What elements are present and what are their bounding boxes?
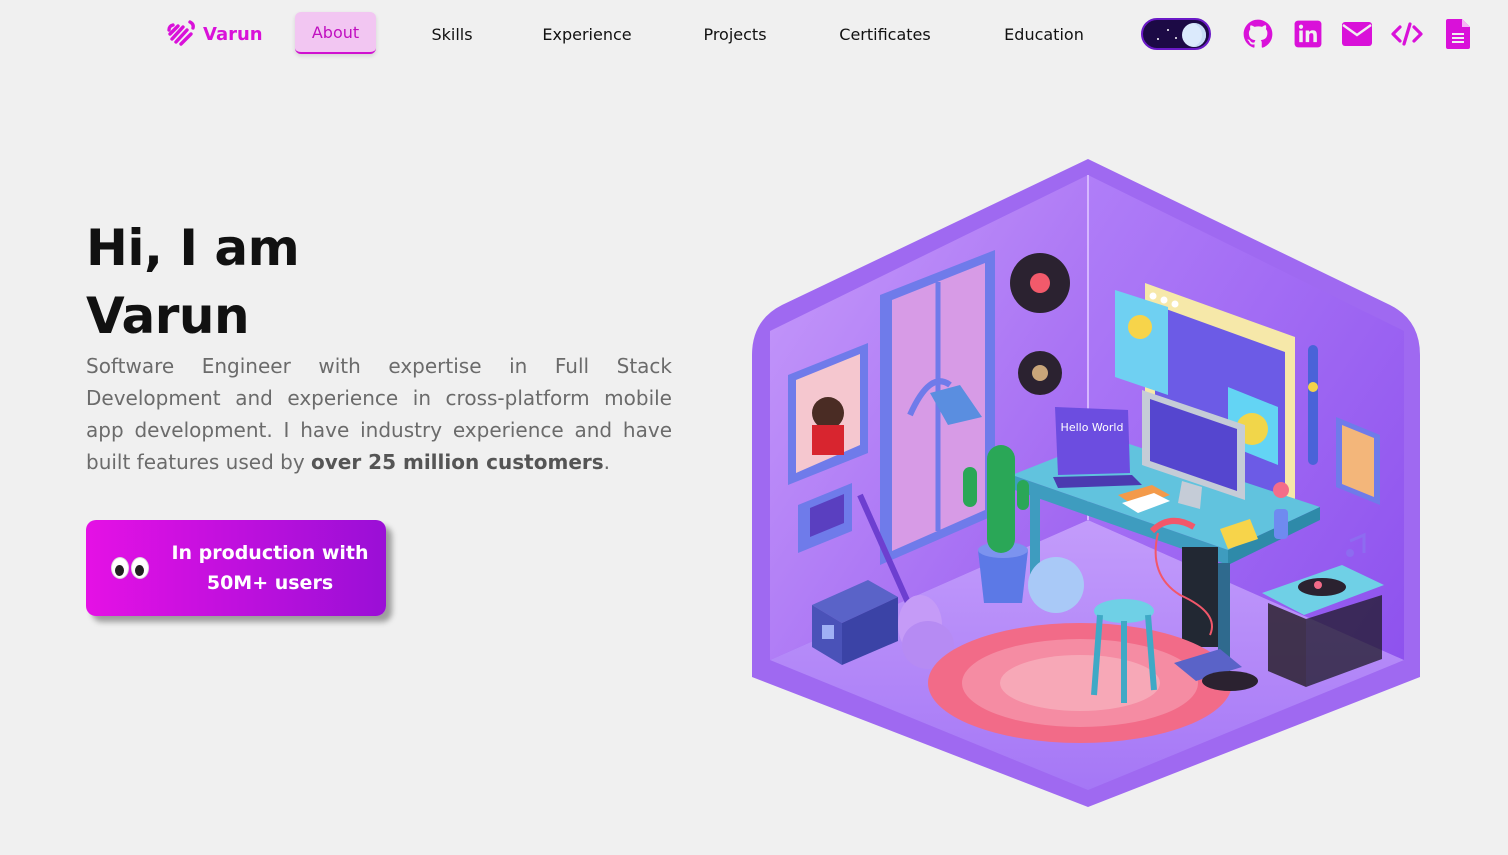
github-icon[interactable] bbox=[1242, 17, 1274, 51]
nav-link-projects[interactable]: Projects bbox=[694, 12, 776, 56]
nav-link-about[interactable]: About bbox=[295, 12, 376, 54]
theme-toggle[interactable] bbox=[1141, 18, 1211, 50]
code-icon[interactable] bbox=[1391, 17, 1423, 51]
logo-text: Varun bbox=[203, 23, 263, 45]
cta-line-1: In production with bbox=[171, 542, 369, 564]
hero-description-end: . bbox=[603, 450, 611, 474]
logo-link[interactable]: Varun bbox=[165, 18, 263, 50]
linkedin-icon[interactable] bbox=[1292, 17, 1324, 51]
nav-link-experience[interactable]: Experience bbox=[535, 12, 639, 56]
nav-link-education[interactable]: Education bbox=[995, 12, 1093, 56]
hello-world-text: Hello World bbox=[1061, 421, 1124, 434]
nav-link-certificates[interactable]: Certificates bbox=[830, 12, 940, 56]
eyes-icon bbox=[90, 557, 170, 579]
production-users-label: In production with 50M+ users bbox=[170, 538, 370, 598]
hero-title: Hi, I am Varun bbox=[86, 214, 300, 350]
resume-icon[interactable] bbox=[1442, 17, 1474, 51]
production-users-button[interactable]: In production with 50M+ users bbox=[86, 520, 386, 616]
wave-hand-icon bbox=[165, 16, 197, 52]
room-illustration: Hello World bbox=[750, 155, 1422, 815]
mail-icon[interactable] bbox=[1341, 17, 1373, 51]
moon-icon bbox=[1182, 23, 1206, 47]
hero-name: Varun bbox=[86, 287, 250, 345]
cta-line-2: 50M+ users bbox=[206, 572, 334, 594]
hero-greeting: Hi, I am bbox=[86, 219, 300, 277]
navbar: Varun About Skills Experience Projects C… bbox=[0, 0, 1508, 70]
nav-link-skills[interactable]: Skills bbox=[420, 12, 484, 56]
hero-description: Software Engineer with expertise in Full… bbox=[86, 350, 672, 478]
hero-description-highlight: over 25 million customers bbox=[311, 450, 604, 474]
